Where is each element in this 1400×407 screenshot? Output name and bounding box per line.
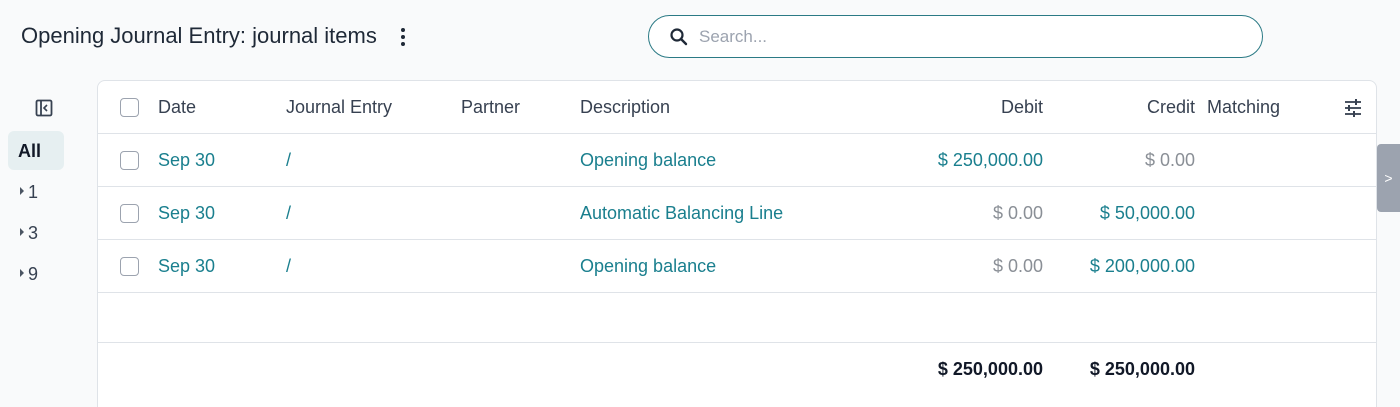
caret-right-icon — [20, 269, 24, 278]
top-bar: Opening Journal Entry: journal items — [0, 0, 1400, 76]
table-totals-row: $ 250,000.00 $ 250,000.00 — [98, 343, 1376, 396]
empty-row — [98, 293, 1376, 343]
cell-description[interactable]: Opening balance — [580, 240, 716, 292]
sidebar-group-label: 3 — [28, 223, 39, 243]
column-header-journal-entry[interactable]: Journal Entry — [286, 81, 392, 133]
cell-credit[interactable]: $ 0.00 — [1043, 134, 1195, 186]
cell-debit[interactable]: $ 0.00 — [878, 240, 1043, 292]
cell-date[interactable]: Sep 30 — [158, 187, 215, 239]
table-row[interactable]: Sep 30 / Automatic Balancing Line $ 0.00… — [98, 187, 1376, 240]
side-panel-toggle[interactable]: > — [1377, 144, 1400, 212]
sidebar-group-9[interactable]: 9 — [20, 264, 38, 286]
search-icon — [670, 28, 688, 46]
cell-credit[interactable]: $ 200,000.00 — [1043, 240, 1195, 292]
cell-journal-entry[interactable]: / — [286, 134, 291, 186]
sidebar-group-3[interactable]: 3 — [20, 223, 38, 245]
sidebar-group-1[interactable]: 1 — [20, 182, 38, 204]
select-all-checkbox[interactable] — [120, 98, 139, 117]
journal-items-table: Date Journal Entry Partner Description D… — [97, 80, 1377, 407]
table-row[interactable]: Sep 30 / Opening balance $ 0.00 $ 200,00… — [98, 240, 1376, 293]
column-header-debit[interactable]: Debit — [878, 81, 1043, 133]
chevron-right-label: > — [1384, 170, 1393, 186]
caret-right-icon — [20, 187, 24, 196]
row-checkbox[interactable] — [120, 204, 139, 223]
cell-description[interactable]: Automatic Balancing Line — [580, 187, 783, 239]
search-bar[interactable] — [648, 15, 1263, 58]
cell-journal-entry[interactable]: / — [286, 187, 291, 239]
total-credit: $ 250,000.00 — [1089, 359, 1195, 379]
cell-date[interactable]: Sep 30 — [158, 134, 215, 186]
sidebar-group-label: 1 — [28, 182, 39, 202]
search-input[interactable] — [699, 24, 1239, 50]
total-debit: $ 250,000.00 — [937, 359, 1043, 379]
table-row[interactable]: Sep 30 / Opening balance $ 250,000.00 $ … — [98, 134, 1376, 187]
column-header-matching[interactable]: Matching — [1207, 81, 1280, 133]
cell-journal-entry[interactable]: / — [286, 240, 291, 292]
column-header-description[interactable]: Description — [580, 81, 670, 133]
sidebar-item-all[interactable]: All — [8, 131, 64, 170]
column-header-date[interactable]: Date — [158, 81, 196, 133]
group-sidebar: All 1 3 9 — [0, 80, 90, 407]
cell-credit[interactable]: $ 50,000.00 — [1043, 187, 1195, 239]
page-title: Opening Journal Entry: journal items — [21, 23, 377, 48]
cell-debit[interactable]: $ 250,000.00 — [878, 134, 1043, 186]
caret-right-icon — [20, 228, 24, 237]
kebab-menu-icon[interactable] — [394, 26, 412, 48]
row-checkbox[interactable] — [120, 257, 139, 276]
table-header: Date Journal Entry Partner Description D… — [98, 81, 1376, 134]
cell-date[interactable]: Sep 30 — [158, 240, 215, 292]
column-header-partner[interactable]: Partner — [461, 81, 520, 133]
column-header-credit[interactable]: Credit — [1043, 81, 1195, 133]
sidebar-group-label: 9 — [28, 264, 39, 284]
cell-debit[interactable]: $ 0.00 — [878, 187, 1043, 239]
column-settings-icon[interactable] — [1343, 98, 1363, 118]
sidebar-collapse-icon[interactable] — [35, 99, 53, 117]
cell-description[interactable]: Opening balance — [580, 134, 716, 186]
row-checkbox[interactable] — [120, 151, 139, 170]
